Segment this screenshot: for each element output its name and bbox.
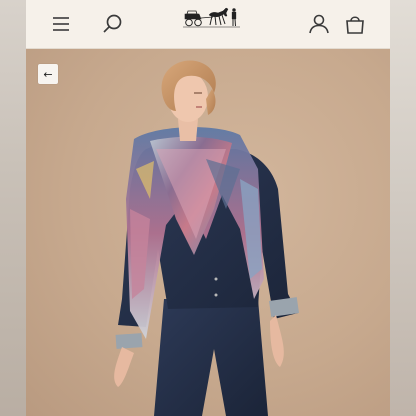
search-icon[interactable] <box>100 11 126 37</box>
jeans-shape <box>154 299 268 416</box>
blurred-right-edge <box>390 0 416 416</box>
mobile-page: ← <box>26 0 390 416</box>
user-icon[interactable] <box>306 11 332 37</box>
shopping-bag-icon[interactable] <box>342 11 368 37</box>
blurred-left-edge <box>0 0 26 416</box>
model-wearing-silk-scarf <box>114 60 299 416</box>
hamburger-menu-icon[interactable] <box>50 11 76 37</box>
arrow-left-icon: ← <box>43 67 53 81</box>
top-navigation-bar <box>26 0 390 49</box>
horse-carriage-logo[interactable] <box>182 4 242 30</box>
product-hero-image: ← <box>26 49 390 416</box>
back-button[interactable]: ← <box>38 64 58 84</box>
